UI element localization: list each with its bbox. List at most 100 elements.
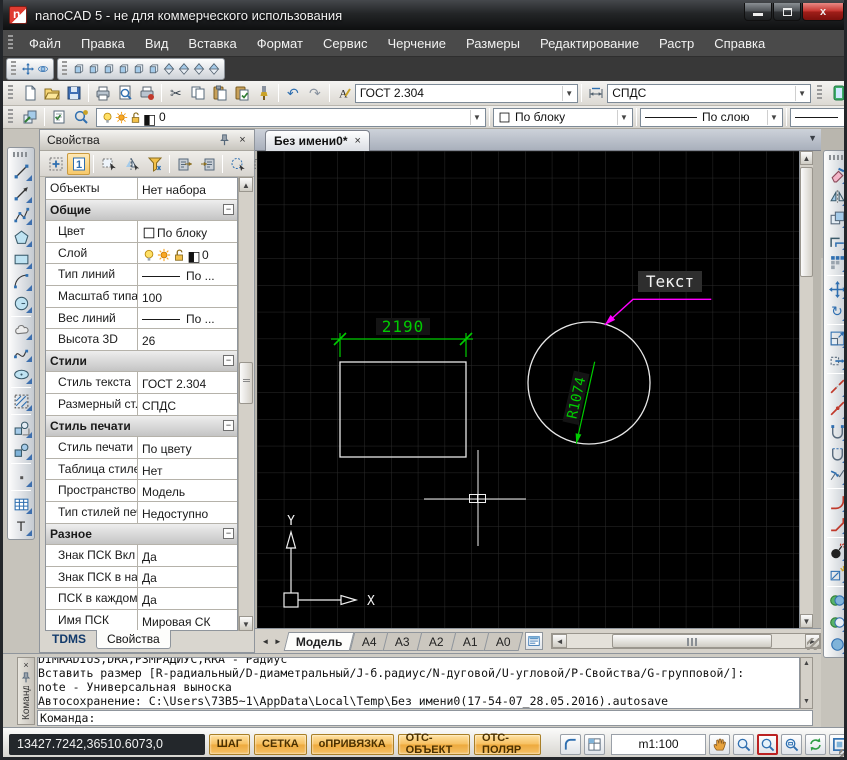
scrollbar-thumb[interactable] xyxy=(800,167,813,277)
horizontal-scrollbar[interactable]: ◄ ► xyxy=(551,633,821,649)
menu-справка[interactable]: Справка xyxy=(704,32,775,55)
close-icon[interactable]: × xyxy=(235,133,250,148)
help-button[interactable] xyxy=(828,83,847,103)
property-row[interactable]: Пространство ...Модель xyxy=(46,480,237,502)
property-value[interactable]: ◧0 xyxy=(138,243,237,264)
cube-bottom-button[interactable] xyxy=(86,59,101,79)
select-objects-button[interactable] xyxy=(97,153,120,175)
property-value[interactable]: 26 xyxy=(138,329,237,350)
table-button[interactable] xyxy=(9,493,33,515)
layout-tab-а2[interactable]: А2 xyxy=(417,632,456,651)
panel-tab-tdms[interactable]: TDMS xyxy=(42,630,96,648)
property-row[interactable]: Масштаб типа ...100 xyxy=(46,286,237,308)
cloud-button[interactable] xyxy=(9,319,33,341)
property-value[interactable]: Недоступно xyxy=(138,502,237,523)
polygon-button[interactable] xyxy=(9,226,33,248)
select-circle-button[interactable] xyxy=(226,153,249,175)
iso-nw-button[interactable] xyxy=(206,59,221,79)
scroll-up-icon[interactable]: ▲ xyxy=(239,177,253,192)
toolbar-grip[interactable] xyxy=(62,61,67,77)
chevron-down-icon[interactable]: ▼ xyxy=(562,86,575,101)
close-icon[interactable]: × xyxy=(19,658,33,671)
property-value[interactable]: 100 xyxy=(138,286,237,307)
menu-формат[interactable]: Формат xyxy=(247,32,313,55)
plot-button[interactable] xyxy=(92,83,114,103)
chevron-down-icon[interactable]: ▼ xyxy=(470,110,483,125)
iso-se-button[interactable] xyxy=(176,59,191,79)
layer-combo[interactable]: ◧ 0 ▼ xyxy=(96,108,486,127)
chevron-down-icon[interactable]: ▼ xyxy=(767,110,780,125)
lineweight-combo[interactable] xyxy=(790,108,846,127)
property-row[interactable]: Тип стилей печ...Недоступно xyxy=(46,502,237,524)
menu-размеры[interactable]: Размеры xyxy=(456,32,530,55)
property-row[interactable]: Стиль печатиПо цвету xyxy=(46,437,237,459)
open-button[interactable] xyxy=(41,83,63,103)
dim-style-combo[interactable]: СПДС ▼ xyxy=(607,84,811,103)
property-value[interactable]: Модель xyxy=(138,480,237,501)
resize-grip[interactable] xyxy=(807,638,819,650)
menu-вставка[interactable]: Вставка xyxy=(178,32,246,55)
toolbar-grip[interactable] xyxy=(817,85,822,101)
paste-properties-button[interactable] xyxy=(196,153,219,175)
scroll-up-icon[interactable]: ▲ xyxy=(801,658,812,670)
zoom-all-button[interactable] xyxy=(829,734,847,755)
polyline-button[interactable] xyxy=(9,204,33,226)
iso-ne-button[interactable] xyxy=(191,59,206,79)
stretch-button[interactable] xyxy=(825,349,847,371)
make-block-button[interactable] xyxy=(9,439,33,461)
zoom-window-button[interactable] xyxy=(757,734,778,755)
toolbar-grip[interactable] xyxy=(8,109,13,125)
rectangle-button[interactable] xyxy=(9,248,33,270)
scroll-left-icon[interactable]: ◄ xyxy=(552,634,567,648)
property-row[interactable]: Высота 3D26 xyxy=(46,329,237,351)
property-value[interactable]: По ... xyxy=(138,264,237,285)
break-button[interactable] xyxy=(825,376,847,398)
union-button[interactable] xyxy=(825,589,847,611)
toolbar-grip[interactable] xyxy=(13,152,29,157)
save-button[interactable] xyxy=(63,83,85,103)
intersect-button[interactable] xyxy=(825,633,847,655)
leader-text[interactable]: Текст xyxy=(646,272,694,291)
model-canvas[interactable]: 2190 R1074 xyxy=(257,151,813,628)
pin-icon[interactable] xyxy=(217,133,232,148)
orbit-button[interactable] xyxy=(35,59,50,79)
layout-tab-модель[interactable]: Модель xyxy=(284,632,355,651)
property-value[interactable]: ГОСТ 2.304 xyxy=(138,372,237,393)
property-row[interactable]: Знак ПСК ВклДа xyxy=(46,545,237,567)
property-row[interactable]: ЦветПо блоку xyxy=(46,221,237,243)
cut-button[interactable]: ✂ xyxy=(165,83,187,103)
property-row[interactable]: Стиль текстаГОСТ 2.304 xyxy=(46,372,237,394)
cube-right-button[interactable] xyxy=(146,59,161,79)
cube-back-button[interactable] xyxy=(116,59,131,79)
ellipse-button[interactable] xyxy=(9,363,33,385)
collapse-icon[interactable]: − xyxy=(223,420,234,431)
chevron-down-icon[interactable]: ▼ xyxy=(617,110,630,125)
command-scrollbar[interactable]: ▲ ▼ xyxy=(800,657,813,709)
command-history[interactable]: DIMRADIUS,DRA,РЗМРАДИУС,RRA - РадиусВста… xyxy=(37,657,800,709)
subtract-button[interactable] xyxy=(825,611,847,633)
layout-scroll-left-icon[interactable]: ◄ xyxy=(259,633,272,649)
layout-tab-а0[interactable]: А0 xyxy=(484,632,523,651)
vertical-scrollbar[interactable]: ▲ ▼ xyxy=(799,151,813,628)
property-value[interactable]: Да xyxy=(138,545,237,566)
preview-button[interactable] xyxy=(114,83,136,103)
iso-sw-button[interactable] xyxy=(161,59,176,79)
erase-button[interactable] xyxy=(825,163,847,185)
menu-вид[interactable]: Вид xyxy=(135,32,179,55)
point-button[interactable] xyxy=(9,466,33,488)
property-row[interactable]: Имя ПСКМировая СК xyxy=(46,610,237,631)
copy-button[interactable] xyxy=(187,83,209,103)
property-row[interactable]: Тип линийПо ... xyxy=(46,264,237,286)
toolbar-grip[interactable] xyxy=(829,155,845,160)
property-row[interactable]: Слой◧0 xyxy=(46,243,237,265)
menu-правка[interactable]: Правка xyxy=(71,32,135,55)
add-to-set-button[interactable] xyxy=(44,153,67,175)
property-value[interactable]: Да xyxy=(138,567,237,588)
page-setup-button[interactable] xyxy=(136,83,158,103)
corner-button[interactable] xyxy=(560,734,581,755)
text-button[interactable]: T xyxy=(9,515,33,537)
menu-черчение[interactable]: Черчение xyxy=(377,32,456,55)
color-combo[interactable]: По блоку ▼ xyxy=(493,108,633,127)
zoom-dynamic-button[interactable] xyxy=(781,734,802,755)
scroll-down-icon[interactable]: ▼ xyxy=(239,616,253,631)
